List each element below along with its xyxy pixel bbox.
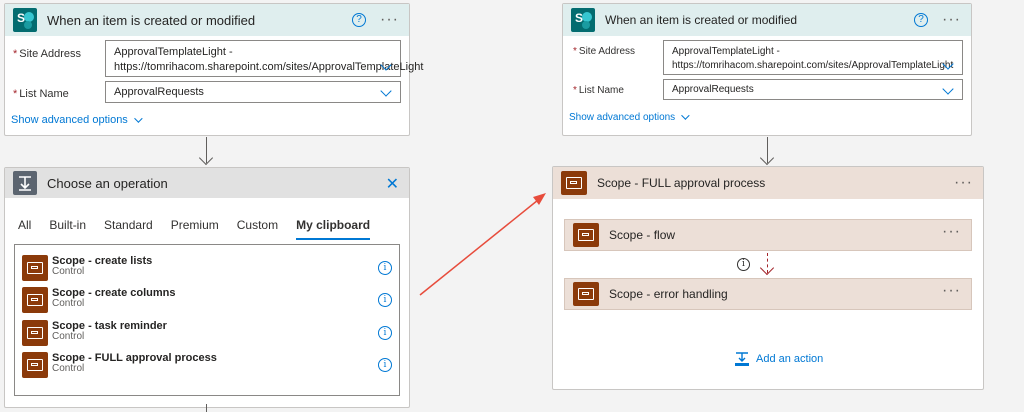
list-item[interactable]: Scope - create lists Control i xyxy=(22,255,392,283)
info-icon[interactable]: i xyxy=(378,326,392,340)
left-trigger-card: S When an item is created or modified ? … xyxy=(4,3,424,136)
connector-arrow xyxy=(759,150,775,166)
sharepoint-icon: S xyxy=(13,8,37,32)
scope-icon xyxy=(22,320,48,346)
site-value-line1: ApprovalTemplateLight - xyxy=(114,46,233,58)
scope-flow-card[interactable]: Scope - flow ··· xyxy=(564,219,972,251)
right-trigger-card: S When an item is created or modified ? … xyxy=(562,3,972,136)
scope-icon xyxy=(22,287,48,313)
choose-operation-header: Choose an operation ✕ xyxy=(5,168,409,198)
scope-error-handling-title: Scope - error handling xyxy=(609,287,728,301)
tab-my-clipboard[interactable]: My clipboard xyxy=(296,218,371,240)
scope-icon xyxy=(22,352,48,378)
add-action-button[interactable]: Add an action xyxy=(734,351,823,367)
list-item-subtitle: Control xyxy=(52,266,85,277)
chevron-down-icon xyxy=(681,111,690,120)
sharepoint-icon: S xyxy=(571,8,595,32)
help-icon[interactable]: ? xyxy=(352,13,367,27)
scope-flow-title: Scope - flow xyxy=(609,228,676,242)
right-list-name-label: * List Name xyxy=(573,85,624,96)
scope-error-handling-card[interactable]: Scope - error handling ··· xyxy=(564,278,972,310)
tab-standard[interactable]: Standard xyxy=(104,218,153,240)
more-options-icon[interactable]: ··· xyxy=(954,175,973,191)
site-value-line2: https://tomrihacom.sharepoint.com/sites/… xyxy=(672,60,954,71)
required-marker: * xyxy=(13,88,18,100)
required-marker: * xyxy=(573,85,577,96)
list-item-subtitle: Control xyxy=(52,363,85,374)
right-site-address-label: * Site Address xyxy=(573,46,636,57)
info-icon[interactable]: i xyxy=(378,293,392,307)
more-options-icon[interactable]: ··· xyxy=(380,12,399,28)
scope-full-approval-header[interactable]: Scope - FULL approval process ··· xyxy=(553,167,983,199)
scope-icon xyxy=(573,223,599,247)
scope-icon xyxy=(22,255,48,281)
required-marker: * xyxy=(13,48,18,60)
chevron-down-icon[interactable] xyxy=(942,83,954,95)
right-show-advanced-link[interactable]: Show advanced options xyxy=(569,111,690,123)
left-list-name-input[interactable]: ApprovalRequests xyxy=(105,81,401,103)
scope-full-approval-title: Scope - FULL approval process xyxy=(597,176,766,190)
right-list-name-input[interactable]: ApprovalRequests xyxy=(663,79,963,100)
right-trigger-title: When an item is created or modified xyxy=(605,13,798,27)
more-options-icon[interactable]: ··· xyxy=(942,12,961,28)
left-site-address-label: * Site Address xyxy=(13,48,82,60)
info-icon[interactable]: i xyxy=(378,261,392,275)
chevron-down-icon xyxy=(133,114,143,123)
scope-icon xyxy=(573,282,599,306)
clipboard-list: Scope - create lists Control i Scope - c… xyxy=(14,244,400,396)
left-site-address-input[interactable]: ApprovalTemplateLight - https://tomrihac… xyxy=(105,40,424,77)
chevron-down-icon[interactable] xyxy=(380,85,392,97)
more-options-icon[interactable]: ··· xyxy=(942,224,961,240)
connector-arrow xyxy=(198,150,214,166)
tab-built-in[interactable]: Built-in xyxy=(49,218,86,240)
left-list-name-label: * List Name xyxy=(13,88,69,100)
help-icon[interactable]: ? xyxy=(914,13,929,27)
list-item[interactable]: Scope - FULL approval process Control i xyxy=(22,352,392,380)
site-value-line1: ApprovalTemplateLight - xyxy=(672,46,780,57)
operation-tabs: All Built-in Standard Premium Custom My … xyxy=(18,218,388,240)
info-icon[interactable]: i xyxy=(737,258,750,271)
tab-all[interactable]: All xyxy=(18,218,31,240)
list-item-subtitle: Control xyxy=(52,331,85,342)
connector-line-bottom xyxy=(206,404,207,412)
list-item[interactable]: Scope - create columns Control i xyxy=(22,287,392,315)
add-action-label: Add an action xyxy=(756,353,824,365)
choose-operation-title: Choose an operation xyxy=(47,175,168,191)
site-value-line2: https://tomrihacom.sharepoint.com/sites/… xyxy=(114,61,424,73)
list-item-subtitle: Control xyxy=(52,298,85,309)
list-item[interactable]: Scope - task reminder Control i xyxy=(22,320,392,348)
right-trigger-header[interactable]: S When an item is created or modified ? … xyxy=(563,4,971,36)
close-icon[interactable]: ✕ xyxy=(386,174,399,194)
annotation-arrow xyxy=(419,193,546,296)
left-show-advanced-link[interactable]: Show advanced options xyxy=(11,114,143,126)
scope-icon xyxy=(561,171,587,195)
left-trigger-title: When an item is created or modified xyxy=(47,12,256,28)
info-icon[interactable]: i xyxy=(378,358,392,372)
required-marker: * xyxy=(573,46,577,57)
left-trigger-header[interactable]: S When an item is created or modified ? … xyxy=(5,4,409,36)
operation-icon xyxy=(13,171,37,195)
right-site-address-input[interactable]: ApprovalTemplateLight - https://tomrihac… xyxy=(663,40,963,75)
add-action-icon xyxy=(735,352,749,366)
tab-premium[interactable]: Premium xyxy=(171,218,219,240)
more-options-icon[interactable]: ··· xyxy=(942,283,961,299)
tab-custom[interactable]: Custom xyxy=(237,218,278,240)
